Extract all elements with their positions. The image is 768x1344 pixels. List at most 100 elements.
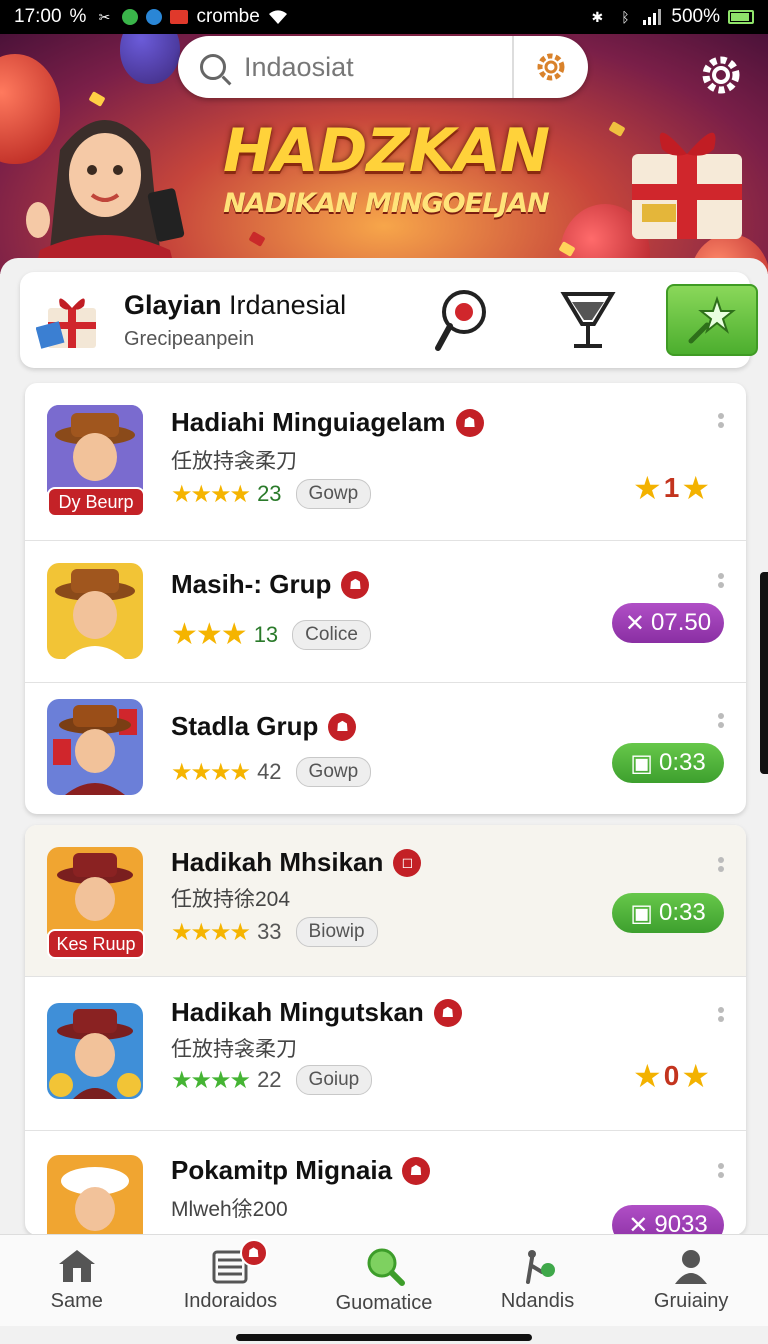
row-subtitle: 任放持衾柔刀 [171, 1038, 297, 1061]
star-icon: ★ [633, 470, 662, 506]
rating-count: 22 [257, 1067, 282, 1092]
nav-label: Indoraidos [183, 1290, 278, 1312]
list-item[interactable]: Dy Beurp Hadiahi Minguiagelam ☗ 任放持衾柔刀 ★… [25, 383, 746, 541]
row-meta: ★★★★ 33 Biowip [171, 917, 378, 947]
blue-app-icon [146, 9, 163, 25]
star-wand-icon [688, 295, 736, 344]
group-tag: Gowp [295, 757, 372, 787]
rating-count: 33 [257, 919, 282, 944]
list-item[interactable]: Masih-: Grup ☗ ★★★ 13 Colice ✕ 07.50 [25, 541, 746, 683]
row-title: Pokamitp Mignaia ☗ [171, 1155, 431, 1186]
row-title-text: Hadikah Mhsikan [171, 847, 384, 877]
star-icon: ★ [681, 1058, 710, 1094]
balloon-decoration [120, 34, 180, 84]
hot-badge-icon: ☗ [455, 408, 484, 437]
filter-gear-icon[interactable] [514, 50, 588, 84]
group-tag: Goiup [295, 1065, 373, 1095]
group-subtitle: Grecipeanpein [124, 328, 255, 350]
more-options-icon[interactable] [718, 1163, 724, 1178]
list-item[interactable]: Hadikah Mingutskan ☗ 任放持衾柔刀 ★★★★ 22 Goiu… [25, 977, 746, 1131]
activity-icon [525, 1250, 555, 1284]
group-avatar [47, 1003, 143, 1099]
group-header-card[interactable]: Glayian Irdanesial Grecipeanpein [20, 272, 758, 368]
group-avatar [47, 563, 143, 659]
bluetooth-icon: ᛒ [621, 9, 630, 25]
bottom-navigation: Same ☗ Indoraidos Guomatice Ndandis Grui… [0, 1234, 768, 1326]
trophy-cup-icon[interactable] [558, 288, 618, 352]
signal-icon [643, 7, 663, 27]
nav-label: Guomatice [335, 1292, 433, 1314]
status-time: 17:00 [14, 6, 62, 27]
favorite-star-button[interactable] [666, 284, 758, 356]
list-item[interactable]: Stadla Grup ☗ ★★★★ 42 Gowp ▣ 0:33 [25, 683, 746, 814]
status-battery-text: 500% [671, 6, 720, 27]
row-title: Hadiahi Minguiagelam ☗ [171, 407, 484, 438]
rating-stars: ★★★★ [171, 758, 251, 786]
group-avatar [47, 1155, 143, 1235]
profile-icon [675, 1250, 708, 1284]
more-options-icon[interactable] [718, 713, 724, 728]
more-options-icon[interactable] [718, 573, 724, 588]
more-options-icon[interactable] [718, 857, 724, 872]
nav-label: Ndandis [500, 1290, 575, 1312]
group-title-bold: Glayian [124, 290, 222, 320]
search-bar[interactable]: Indaosiat [178, 36, 588, 98]
search-input[interactable]: Indaosiat [244, 52, 512, 83]
reward-pill[interactable]: ✕ 07.50 [612, 603, 724, 643]
row-title-text: Hadiahi Minguiagelam [171, 407, 446, 437]
reward-pill[interactable]: ▣ 0:33 [612, 893, 724, 933]
row-title: Hadikah Mhsikan ◻ [171, 847, 422, 878]
nav-label: Gruiainy [653, 1290, 729, 1312]
nav-list[interactable]: ☗ Indoraidos [154, 1235, 308, 1326]
row-meta: ★★★ 13 Colice [171, 617, 371, 652]
wifi-icon [268, 7, 288, 27]
status-percent: % [69, 6, 87, 27]
close-x-icon: ✕ [624, 609, 646, 637]
row-title-text: Masih-: Grup [171, 569, 332, 599]
row-title: Masih-: Grup ☗ [171, 569, 370, 600]
more-options-icon[interactable] [718, 1007, 724, 1022]
pin-search-icon[interactable] [434, 288, 488, 352]
row-title-text: Stadla Grup [171, 711, 319, 741]
home-indicator[interactable] [236, 1334, 532, 1341]
reward-value: 0:33 [658, 899, 706, 926]
nav-search[interactable]: Guomatice [307, 1235, 461, 1326]
gift-box-icon: ▣ [630, 749, 653, 777]
banner-subtitle: NADIKAN MINGOELJAN [223, 188, 550, 219]
nfc-icon: ✱ [591, 8, 604, 25]
rating-count: 42 [257, 759, 282, 784]
settings-gear-icon[interactable] [698, 52, 744, 98]
hot-badge-icon: ☗ [328, 712, 357, 741]
row-subtitle: 任放持徐204 [171, 888, 291, 911]
status-bar: 17:00 % ✂ crombe ✱ ᛒ 500% [0, 0, 768, 34]
more-options-icon[interactable] [718, 413, 724, 428]
row-title: Hadikah Mingutskan ☗ [171, 997, 462, 1028]
promo-banner[interactable]: Indaosiat HADZKAN NADIKAN MINGOELJAN [0, 34, 768, 274]
battery-icon [728, 10, 754, 24]
reward-pill[interactable]: ✕ 9033 [612, 1205, 724, 1235]
gift-icon [36, 298, 96, 349]
nav-activity[interactable]: Ndandis [461, 1235, 615, 1326]
group-title-rest: Irdanesial [221, 290, 347, 320]
row-subtitle: Mlweh徐200 [171, 1198, 288, 1221]
reward-pill[interactable]: ▣ 0:33 [612, 743, 724, 783]
row-subtitle: 任放持衾柔刀 [171, 450, 297, 473]
reward-stars: ★ 0 ★ [633, 1057, 710, 1095]
group-avatar [47, 699, 143, 795]
rating-stars: ★★★★ [171, 918, 251, 946]
list-item[interactable]: Kes Ruup Hadikah Mhsikan ◻ 任放持徐204 ★★★★ … [25, 825, 746, 977]
reward-value: 9033 [654, 1211, 708, 1235]
list-item[interactable]: Pokamitp Mignaia ☗ Mlweh徐200 ✕ 9033 [25, 1131, 746, 1235]
status-left: 17:00 % ✂ crombe [14, 6, 288, 28]
notification-badge-icon: ☗ [239, 1239, 268, 1267]
scroll-indicator[interactable] [760, 572, 768, 774]
nav-home[interactable]: Same [0, 1235, 154, 1326]
tools-icon: ✂ [98, 8, 111, 25]
banner-headline: HADZKAN NADIKAN MINGOELJAN [206, 116, 566, 219]
rating-stars: ★★★★ [171, 1066, 251, 1094]
mascot-girl-illustration [26, 120, 185, 274]
nav-profile[interactable]: Gruiainy [614, 1235, 768, 1326]
rating-count: 23 [257, 481, 282, 506]
row-meta: ★★★★ 42 Gowp [171, 757, 372, 787]
star-icon: ★ [633, 1058, 662, 1094]
